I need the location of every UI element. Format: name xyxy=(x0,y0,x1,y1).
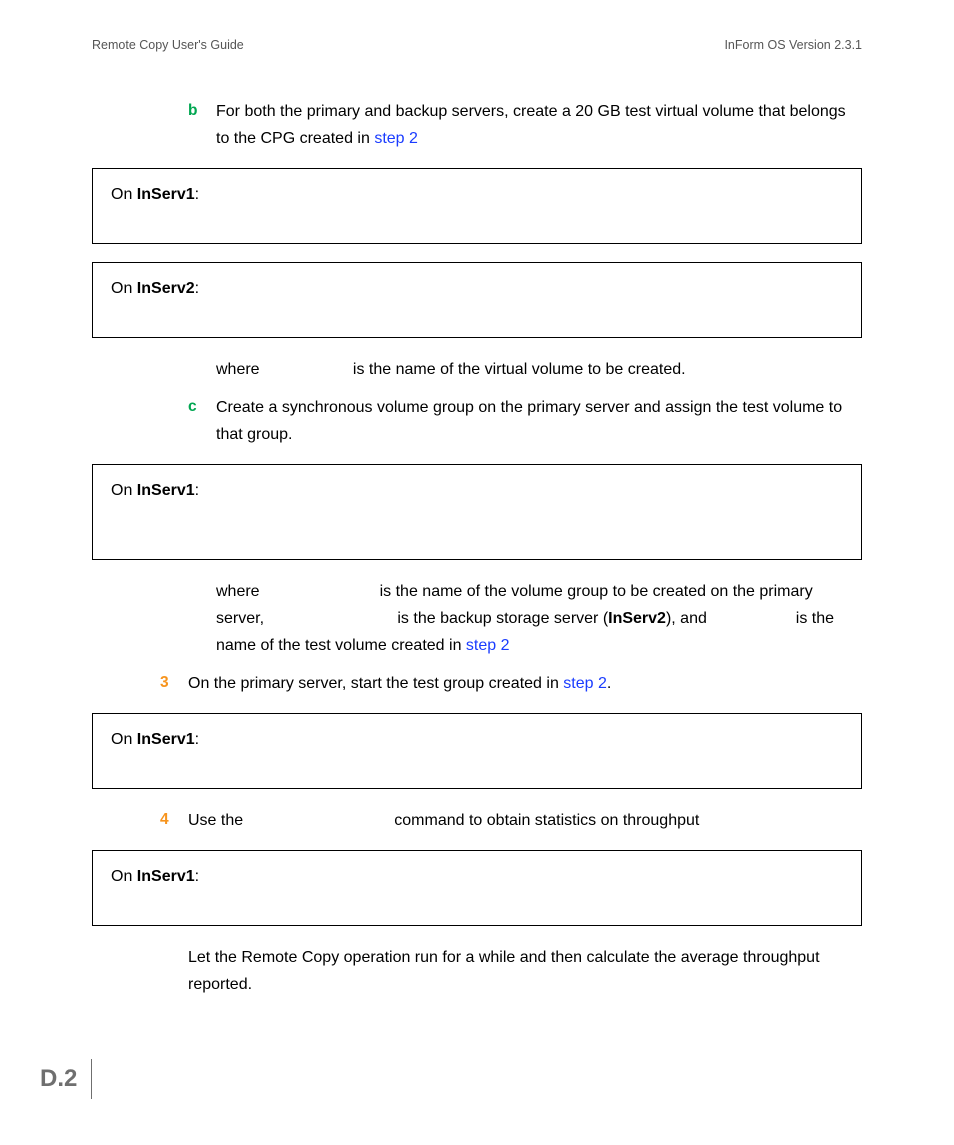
final-paragraph: Let the Remote Copy operation run for a … xyxy=(188,944,862,998)
step-3-row: 3 On the primary server, start the test … xyxy=(160,670,862,697)
box4-name: InServ1 xyxy=(137,731,195,748)
step-3-link[interactable]: step 2 xyxy=(563,675,607,692)
header-right: InForm OS Version 2.3.1 xyxy=(724,38,862,52)
box3-on: On xyxy=(111,482,137,499)
page-number-rule xyxy=(91,1059,92,1099)
box1-name: InServ1 xyxy=(137,186,195,203)
code-box-inserv1-c: On InServ1: xyxy=(92,713,862,789)
box2-colon: : xyxy=(195,280,199,297)
step-b-body: For both the primary and backup servers,… xyxy=(216,98,862,152)
box3-name: InServ1 xyxy=(137,482,195,499)
header-left: Remote Copy User's Guide xyxy=(92,38,244,52)
step-c-marker: c xyxy=(188,394,216,448)
box5-colon: : xyxy=(195,868,199,885)
step-4-body: Use the command to obtain statistics on … xyxy=(188,807,862,834)
box2-name: InServ2 xyxy=(137,280,195,297)
box1-colon: : xyxy=(195,186,199,203)
page: Remote Copy User's Guide InForm OS Versi… xyxy=(0,0,954,1145)
step-3-marker: 3 xyxy=(160,670,188,697)
where-line-b: where is the name of the virtual volume … xyxy=(188,356,862,383)
step-c-body: Create a synchronous volume group on the… xyxy=(216,394,862,448)
code-box-inserv1-d: On InServ1: xyxy=(92,850,862,926)
page-number: D.2 xyxy=(40,1065,91,1093)
step-b-text: For both the primary and backup servers,… xyxy=(216,103,846,147)
step-c-text: Create a synchronous volume group on the… xyxy=(216,399,842,443)
step-3-body: On the primary server, start the test gr… xyxy=(188,670,862,697)
box4-on: On xyxy=(111,731,137,748)
box4-colon: : xyxy=(195,731,199,748)
code-box-inserv1-a: On InServ1: xyxy=(92,168,862,244)
where-b-text: where is the name of the virtual volume … xyxy=(216,361,686,378)
code-box-inserv1-b: On InServ1: xyxy=(92,464,862,560)
box1-on: On xyxy=(111,186,137,203)
step-3-text: On the primary server, start the test gr… xyxy=(188,675,563,692)
page-header: Remote Copy User's Guide InForm OS Versi… xyxy=(92,38,862,52)
box5-on: On xyxy=(111,868,137,885)
step-4-text: Use the command to obtain statistics on … xyxy=(188,812,699,829)
step-b-link[interactable]: step 2 xyxy=(374,130,418,147)
step-4-marker: 4 xyxy=(160,807,188,834)
box2-on: On xyxy=(111,280,137,297)
step-b-row: b For both the primary and backup server… xyxy=(188,98,862,152)
final-text: Let the Remote Copy operation run for a … xyxy=(188,949,820,993)
code-box-inserv2: On InServ2: xyxy=(92,262,862,338)
step-c-row: c Create a synchronous volume group on t… xyxy=(188,394,862,448)
page-number-block: D.2 xyxy=(40,1059,92,1099)
step-4-row: 4 Use the command to obtain statistics o… xyxy=(160,807,862,834)
box5-name: InServ1 xyxy=(137,868,195,885)
step-3-dot: . xyxy=(607,675,611,692)
box3-colon: : xyxy=(195,482,199,499)
where-c-link[interactable]: step 2 xyxy=(466,637,510,654)
where-c-bold: InServ2 xyxy=(608,610,666,627)
step-b-marker: b xyxy=(188,98,216,152)
where-line-c: where is the name of the volume group to… xyxy=(188,578,862,660)
content-area: b For both the primary and backup server… xyxy=(92,98,862,998)
